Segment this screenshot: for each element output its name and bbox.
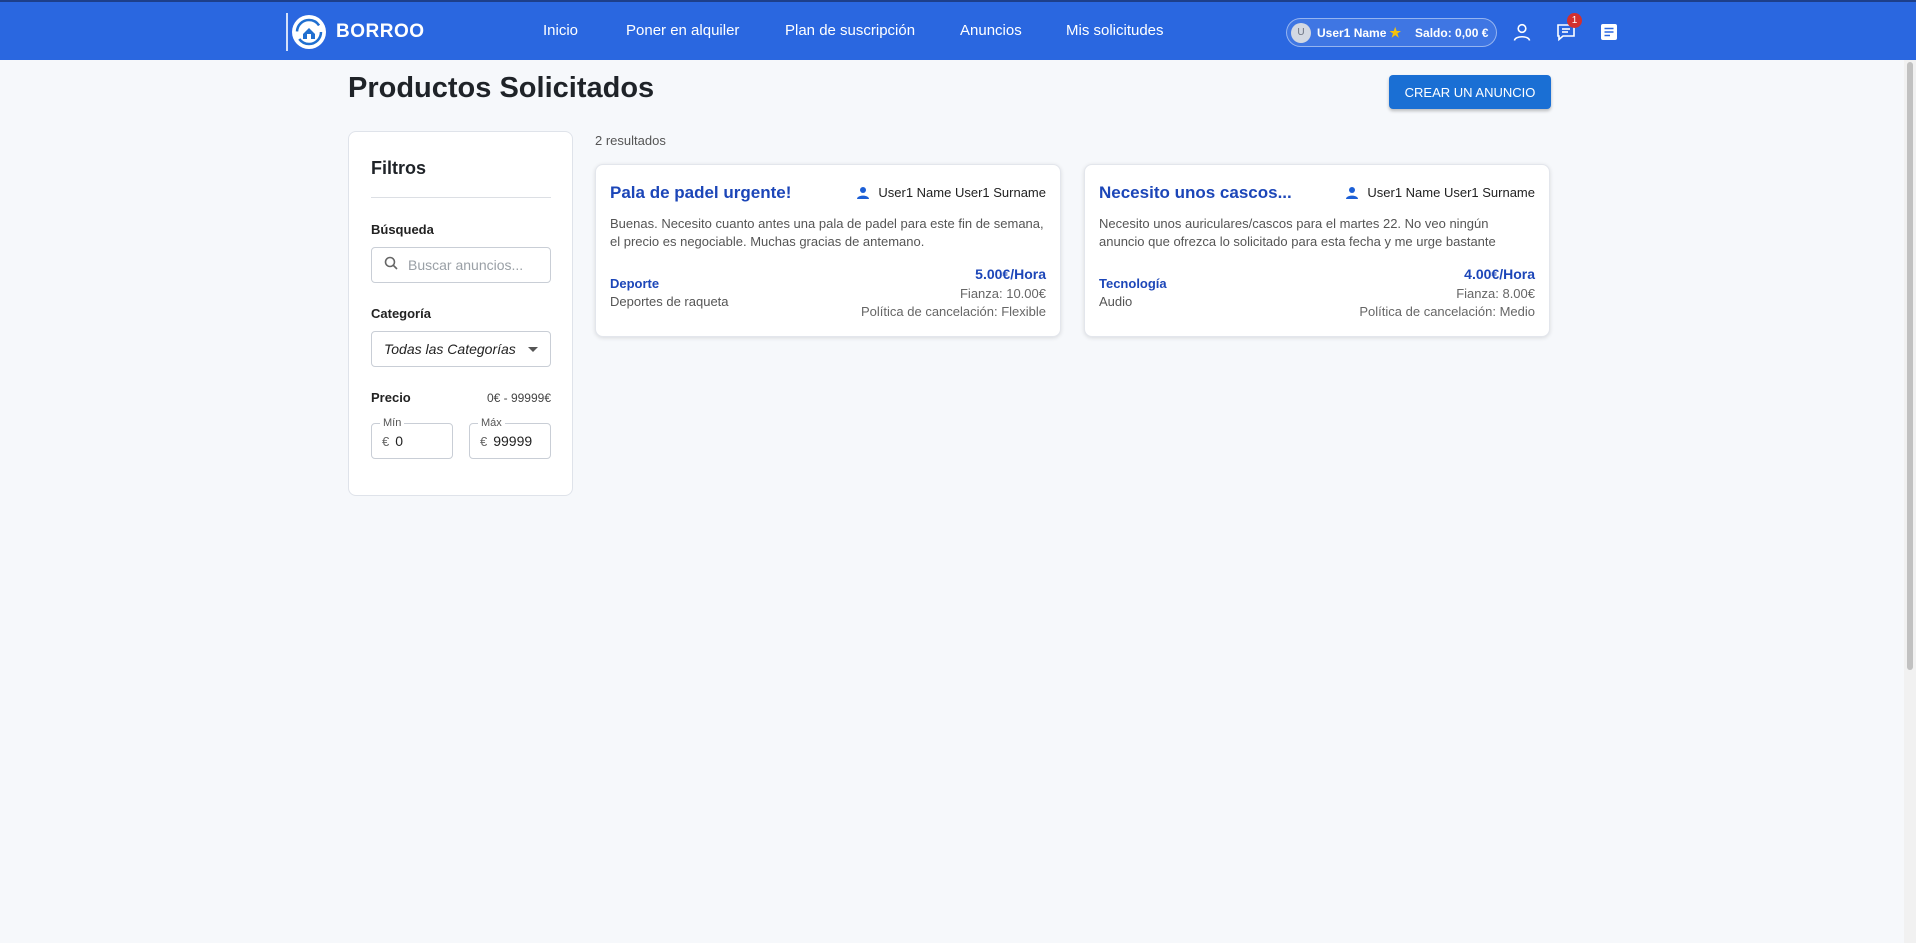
- card-cancellation-policy: Política de cancelación: Flexible: [861, 304, 1046, 319]
- dropdown-caret-icon: [528, 346, 538, 352]
- user-name: User1 Name: [1317, 25, 1387, 40]
- euro-icon: €: [480, 433, 488, 449]
- card-user: User1 Name User1 Surname: [856, 185, 1046, 200]
- results-count: 2 resultados: [595, 133, 666, 148]
- filters-panel: Filtros Búsqueda Categoría Todas las Cat…: [348, 131, 573, 496]
- balance-text: Saldo: 0,00 €: [1415, 25, 1489, 40]
- top-navbar: BORROO Inicio Poner en alquiler Plan de …: [0, 0, 1916, 60]
- price-max-input[interactable]: [493, 433, 542, 449]
- person-icon: [857, 186, 870, 199]
- logo-divider: [286, 13, 288, 51]
- person-icon: [1346, 186, 1359, 199]
- card-deposit: Fianza: 10.00€: [959, 286, 1046, 301]
- request-card[interactable]: Pala de padel urgente! User1 Name User1 …: [595, 164, 1061, 337]
- category-select[interactable]: Todas las Categorías: [371, 331, 551, 367]
- card-category: Deporte: [610, 276, 660, 291]
- card-category: Tecnología: [1099, 276, 1167, 291]
- scrollbar-thumb[interactable]: [1907, 62, 1913, 670]
- price-min-field[interactable]: Mín €: [371, 417, 453, 459]
- max-legend: Máx: [478, 417, 505, 429]
- price-range-text: 0€ - 99999€: [486, 391, 551, 405]
- nav-poner-en-alquiler[interactable]: Poner en alquiler: [626, 22, 739, 39]
- card-price: 4.00€/Hora: [1464, 266, 1535, 282]
- chat-icon[interactable]: 1: [1554, 13, 1582, 44]
- create-listing-button[interactable]: CREAR UN ANUNCIO: [1389, 75, 1551, 109]
- card-price: 5.00€/Hora: [975, 266, 1046, 282]
- filters-divider: [371, 197, 551, 198]
- document-icon[interactable]: [1597, 20, 1621, 44]
- euro-icon: €: [382, 433, 390, 449]
- user-balance-chip[interactable]: U User1 Name ★ Saldo: 0,00 €: [1286, 18, 1497, 47]
- brand-logo[interactable]: BORROO: [286, 13, 425, 51]
- price-label: Precio: [371, 390, 411, 405]
- min-legend: Mín: [380, 417, 405, 429]
- card-description: Buenas. Necesito cuanto antes una pala d…: [610, 216, 1044, 249]
- card-description: Necesito unos auriculares/cascos para el…: [1099, 216, 1496, 249]
- search-field[interactable]: [371, 247, 551, 283]
- price-max-field[interactable]: Máx €: [469, 417, 551, 459]
- search-input[interactable]: [408, 257, 538, 273]
- category-label: Categoría: [371, 306, 431, 321]
- logo-icon: [292, 15, 326, 49]
- brand-name: BORROO: [336, 21, 425, 42]
- star-icon: ★: [1389, 24, 1402, 40]
- page-scrollbar[interactable]: [1904, 60, 1916, 943]
- card-user-name: User1 Name User1 Surname: [1367, 185, 1535, 200]
- card-title[interactable]: Pala de padel urgente!: [610, 183, 791, 203]
- card-user: User1 Name User1 Surname: [1345, 185, 1535, 200]
- search-label: Búsqueda: [371, 222, 434, 237]
- profile-icon[interactable]: [1510, 20, 1534, 44]
- search-icon: [384, 256, 398, 275]
- card-deposit: Fianza: 8.00€: [1456, 286, 1535, 301]
- nav-plan-de-suscripcion[interactable]: Plan de suscripción: [785, 22, 915, 39]
- avatar: U: [1291, 22, 1311, 43]
- page-title: Productos Solicitados: [348, 72, 655, 104]
- card-subcategory: Audio: [1099, 294, 1133, 309]
- card-subcategory: Deportes de raqueta: [610, 294, 729, 309]
- nav-inicio[interactable]: Inicio: [543, 22, 578, 39]
- nav-anuncios[interactable]: Anuncios: [960, 22, 1022, 39]
- price-min-input[interactable]: [395, 433, 444, 449]
- card-user-name: User1 Name User1 Surname: [878, 185, 1046, 200]
- filters-title: Filtros: [371, 158, 427, 178]
- messages-badge: 1: [1567, 13, 1582, 28]
- request-card[interactable]: Necesito unos cascos... User1 Name User1…: [1084, 164, 1550, 337]
- card-cancellation-policy: Política de cancelación: Medio: [1359, 304, 1535, 319]
- nav-mis-solicitudes[interactable]: Mis solicitudes: [1066, 22, 1164, 39]
- card-title[interactable]: Necesito unos cascos...: [1099, 183, 1292, 203]
- category-selected-value: Todas las Categorías: [384, 341, 516, 357]
